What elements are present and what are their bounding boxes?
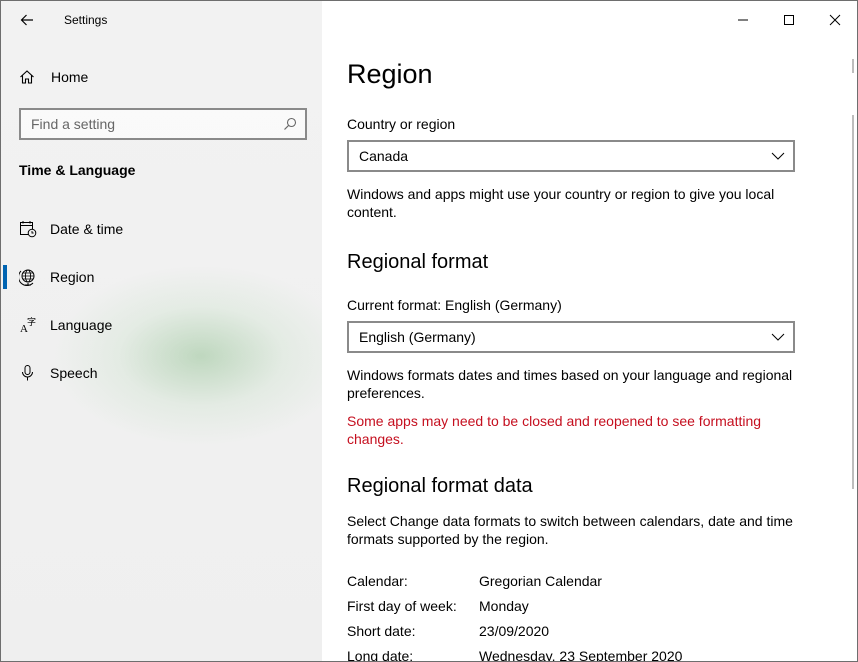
format-value: Wednesday, 23 September 2020 [479,648,683,662]
format-value: Monday [479,598,529,614]
nav-home[interactable]: Home [1,63,322,91]
back-button[interactable] [13,7,41,33]
search-box[interactable] [19,108,307,140]
nav-home-label: Home [51,69,89,85]
language-icon: A 字 [20,316,36,334]
svg-text:字: 字 [27,316,36,328]
current-format-label: Current format: English (Germany) [347,297,562,313]
format-value: Gregorian Calendar [479,573,602,589]
format-data-row: Long date: Wednesday, 23 September 2020 [347,648,807,662]
globe-icon [19,269,35,286]
section-title: Time & Language [19,162,136,178]
microphone-icon [22,365,33,381]
search-input[interactable] [31,115,271,133]
close-button[interactable] [812,7,857,33]
sidebar-item-speech[interactable]: Speech [1,355,322,391]
format-key: Short date: [347,623,416,639]
sidebar-item-region[interactable]: Region [1,259,322,295]
scrollbar[interactable] [852,115,854,489]
maximize-button[interactable] [766,7,812,33]
sidebar-item-language[interactable]: A 字 Language [1,307,322,343]
regional-format-heading: Regional format [347,251,489,273]
formatting-warning: Some apps may need to be closed and reop… [347,413,762,447]
sidebar: Settings Home Time & Language Date & t [1,1,322,661]
back-arrow-icon [20,14,33,26]
content-pane: Region Country or region Canada Windows … [322,1,857,661]
format-data-description: Select Change data formats to switch bet… [347,513,793,547]
minimize-button[interactable] [720,7,766,33]
format-value: 23/09/2020 [479,623,550,639]
regional-format-description: Windows formats dates and times based on… [347,367,793,401]
country-value: Canada [359,148,409,164]
regional-format-value: English (Germany) [359,329,476,345]
minimize-icon [738,19,748,21]
format-key: Long date: [347,648,414,662]
country-dropdown[interactable]: Canada [347,140,795,172]
format-data-heading: Regional format data [347,475,533,497]
chevron-down-icon [771,152,785,160]
regional-format-dropdown[interactable]: English (Germany) [347,321,795,353]
title-bar: Settings [1,1,322,39]
country-label: Country or region [347,116,456,132]
sidebar-item-label: Region [50,269,95,285]
sidebar-item-label: Language [50,317,113,333]
format-data-row: Short date: 23/09/2020 [347,623,807,643]
format-key: First day of week: [347,598,457,614]
format-key: Calendar: [347,573,408,589]
sidebar-item-date-time[interactable]: Date & time [1,211,322,247]
home-icon [20,70,34,84]
maximize-icon [784,15,794,25]
format-data-row: First day of week: Monday [347,598,807,618]
app-title: Settings [64,13,108,27]
sidebar-item-label: Speech [50,365,98,381]
calendar-clock-icon [20,221,37,238]
country-description: Windows and apps might use your country … [347,186,775,220]
chevron-down-icon [771,333,785,341]
scrollbar-arrow[interactable] [852,59,854,73]
page-title: Region [347,59,433,89]
close-icon [829,14,841,26]
search-icon[interactable] [283,117,297,131]
sidebar-item-label: Date & time [50,221,124,237]
format-data-row: Calendar: Gregorian Calendar [347,573,807,593]
settings-window: Settings Home Time & Language Date & t [0,0,858,662]
